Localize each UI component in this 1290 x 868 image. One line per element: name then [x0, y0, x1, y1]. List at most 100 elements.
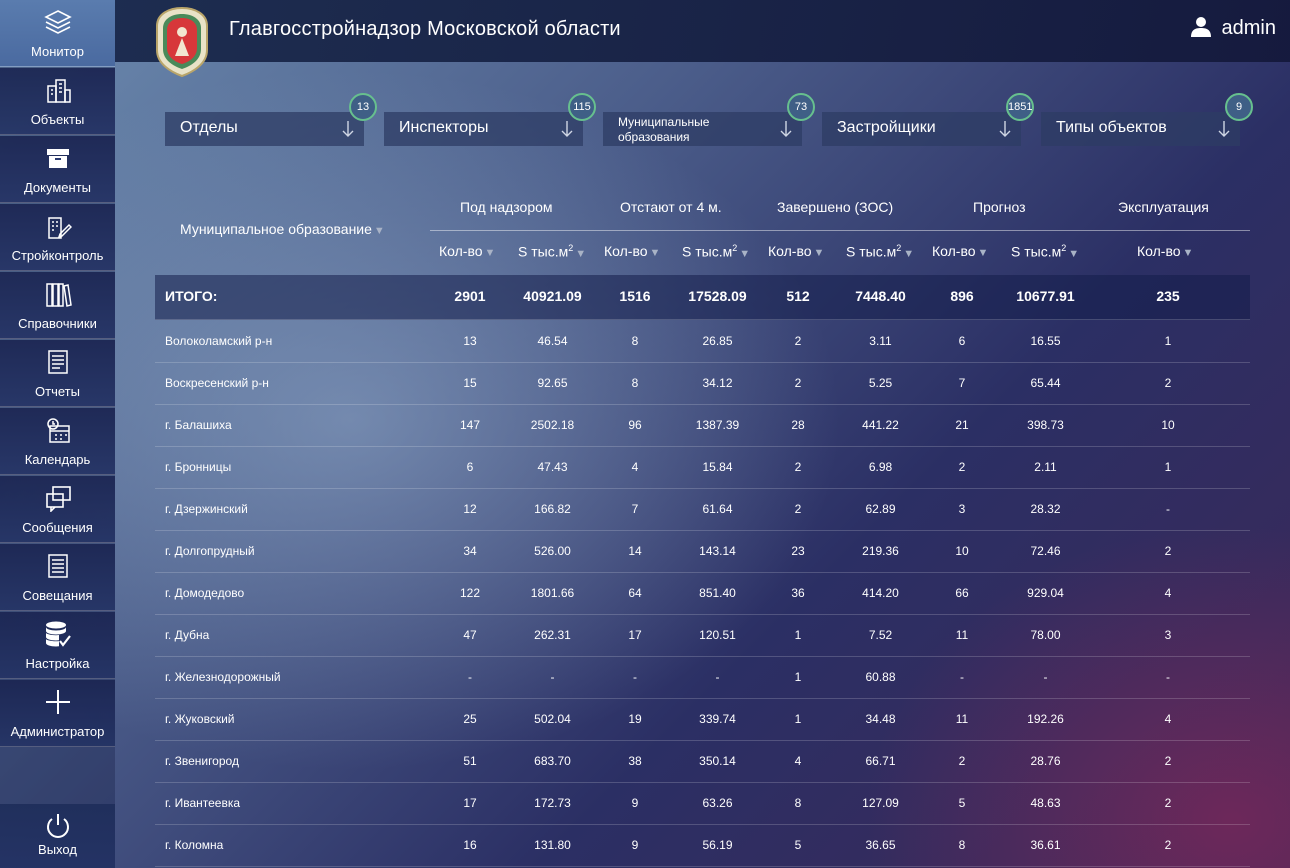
table-row[interactable]: г. Ивантеевка 17 172.73 9 63.26 8 127.09 5 48.63… — [155, 782, 1250, 825]
table-cell: 28.32 — [1030, 502, 1061, 516]
table-cell: 36 — [791, 586, 805, 600]
unit-superscript: 2 — [896, 243, 902, 253]
count-badge: 13 — [349, 93, 377, 121]
sort-down-icon: ▼ — [813, 247, 825, 259]
user-name[interactable]: admin — [1222, 17, 1276, 40]
sort-down-icon: ▼ — [977, 247, 989, 259]
table-cell: 502.04 — [534, 712, 571, 726]
table-cell: 2 — [958, 460, 966, 474]
filter-label: Типы объектов — [1056, 119, 1167, 136]
column-header-count[interactable]: Кол-во ▼ — [768, 243, 824, 259]
column-header-label: Кол-во — [932, 243, 976, 259]
municipality-name: г. Дзержинский — [165, 502, 248, 516]
table-cell: - — [960, 670, 964, 684]
municipality-column-header[interactable]: Муниципальное образование ▼ — [180, 221, 385, 237]
sidebar-item-label: Настройка — [25, 656, 90, 671]
table-cell: 4 — [1164, 586, 1172, 600]
column-header-label: S тыс.м — [682, 243, 733, 260]
sort-down-icon: ▼ — [484, 247, 496, 259]
table-row[interactable]: г. Коломна 16 131.80 9 56.19 5 36.65 8 36.61 2 — [155, 824, 1250, 867]
arrow-down-icon — [780, 121, 792, 137]
table-row[interactable]: г. Дзержинский 12 166.82 7 61.64 2 62.89 3 28.32… — [155, 488, 1250, 531]
table-cell: 36.65 — [865, 838, 896, 852]
table-row[interactable]: г. Железнодорожный - - - - 1 60.88 - - - — [155, 656, 1250, 699]
table-row[interactable]: г. Дубна 47 262.31 17 120.51 1 7.52 11 78.00 3 — [155, 614, 1250, 657]
table-cell: 6.98 — [868, 460, 893, 474]
sidebar-item-administrator[interactable]: Администратор — [0, 680, 115, 747]
table-cell: 61.64 — [702, 502, 733, 516]
report-list-icon — [48, 350, 68, 374]
table-row[interactable]: г. Бронницы 6 47.43 4 15.84 2 6.98 2 2.11 1 — [155, 446, 1250, 489]
sidebar-item-label: Календарь — [24, 452, 91, 467]
column-header-count[interactable]: Кол-во ▼ — [439, 243, 495, 259]
filter-inspectors[interactable]: Инспекторы 115 — [384, 93, 596, 146]
table-total-row: ИТОГО: 2901 40921.09 1516 17528.09 512 7… — [155, 275, 1250, 320]
table-row[interactable]: г. Домодедово 122 1801.66 64 851.40 36 414.20 6… — [155, 572, 1250, 615]
sidebar-item-meetings[interactable]: Совещания — [0, 544, 115, 611]
table-cell: 15.84 — [702, 460, 733, 474]
table-cell: 398.73 — [1027, 418, 1064, 432]
table-cell: 2 — [794, 460, 802, 474]
sidebar-item-construction-control[interactable]: Стройконтроль — [0, 204, 115, 271]
table-row[interactable]: г. Жуковский 25 502.04 19 339.74 1 34.48 11 192.… — [155, 698, 1250, 741]
sidebar-item-label: Объекты — [30, 112, 85, 127]
table-cell: 526.00 — [534, 544, 571, 558]
filter-municipalities[interactable]: Муниципальные образования 73 — [603, 93, 815, 146]
table-row[interactable]: г. Долгопрудный 34 526.00 14 143.14 23 219.36 1… — [155, 530, 1250, 573]
sidebar-item-messages[interactable]: Сообщения — [0, 476, 115, 543]
column-header-count[interactable]: Кол-во ▼ — [932, 243, 988, 259]
table-cell: 17 — [628, 628, 642, 642]
table-cell: 78.00 — [1030, 628, 1061, 642]
table-cell: 166.82 — [534, 502, 571, 516]
table-cell: 9 — [631, 796, 639, 810]
sidebar-item-reports[interactable]: Отчеты — [0, 340, 115, 407]
sidebar-item-monitor[interactable]: Монитор — [0, 0, 115, 67]
table-cell: 28.76 — [1030, 754, 1061, 768]
table-row[interactable]: Воскресенский р-н 15 92.65 8 34.12 2 5.25 7 65.4… — [155, 362, 1250, 405]
table-cell: 47.43 — [537, 460, 568, 474]
table-row[interactable]: г. Звенигород 51 683.70 38 350.14 4 66.71 2 28.7… — [155, 740, 1250, 783]
filter-label: Инспекторы — [399, 119, 489, 136]
filter-object-types[interactable]: Типы объектов 9 — [1041, 93, 1253, 146]
meeting-list-icon — [48, 554, 68, 578]
unit-superscript: 2 — [568, 243, 574, 253]
total-cell: 512 — [786, 288, 810, 304]
calendar-clock-icon — [47, 418, 70, 443]
column-header-area[interactable]: S тыс.м2 ▼ — [682, 243, 750, 260]
sidebar-item-label: Документы — [23, 180, 91, 195]
municipality-name: г. Ивантеевка — [165, 796, 241, 810]
table-cell: 16.55 — [1030, 334, 1061, 348]
sidebar-item-references[interactable]: Справочники — [0, 272, 115, 339]
table-cell: 28 — [791, 418, 805, 432]
filter-developers[interactable]: Застройщики 1851 — [822, 93, 1034, 146]
table-cell: 19 — [628, 712, 642, 726]
municipality-name: г. Долгопрудный — [165, 544, 255, 558]
column-header-area[interactable]: S тыс.м2 ▼ — [518, 243, 586, 260]
table-cell: 5 — [958, 796, 966, 810]
total-cell: 2901 — [454, 288, 486, 304]
column-header-area[interactable]: S тыс.м2 ▼ — [1011, 243, 1079, 260]
sidebar-item-documents[interactable]: Документы — [0, 136, 115, 203]
exit-button[interactable]: Выход — [0, 804, 115, 868]
table-cell: - — [715, 670, 720, 684]
table-cell: 56.19 — [702, 838, 733, 852]
table-cell: 6 — [958, 334, 966, 348]
user-icon[interactable] — [1190, 16, 1212, 38]
sort-down-icon: ▼ — [903, 247, 915, 260]
sidebar-item-label: Монитор — [31, 44, 84, 59]
total-cell: 235 — [1156, 288, 1180, 304]
sidebar-item-label: Стройконтроль — [11, 248, 104, 263]
table-cell: 2502.18 — [530, 418, 575, 432]
sidebar-item-calendar[interactable]: Календарь — [0, 408, 115, 475]
column-header-count[interactable]: Кол-во ▼ — [1137, 243, 1193, 259]
table-row[interactable]: Волоколамский р-н 13 46.54 8 26.85 2 3.11 6 16.5… — [155, 320, 1250, 363]
table-cell: 8 — [794, 796, 802, 810]
column-header-count[interactable]: Кол-во ▼ — [604, 243, 660, 259]
table-cell: 7 — [958, 376, 966, 390]
table-row[interactable]: г. Балашиха 147 2502.18 96 1387.39 28 441.22 21… — [155, 404, 1250, 447]
sidebar-item-settings[interactable]: Настройка — [0, 612, 115, 679]
column-header-area[interactable]: S тыс.м2 ▼ — [846, 243, 914, 260]
table-cell: 7.52 — [868, 628, 893, 642]
sidebar-item-objects[interactable]: Объекты — [0, 68, 115, 135]
filter-departments[interactable]: Отделы 13 — [165, 93, 377, 146]
